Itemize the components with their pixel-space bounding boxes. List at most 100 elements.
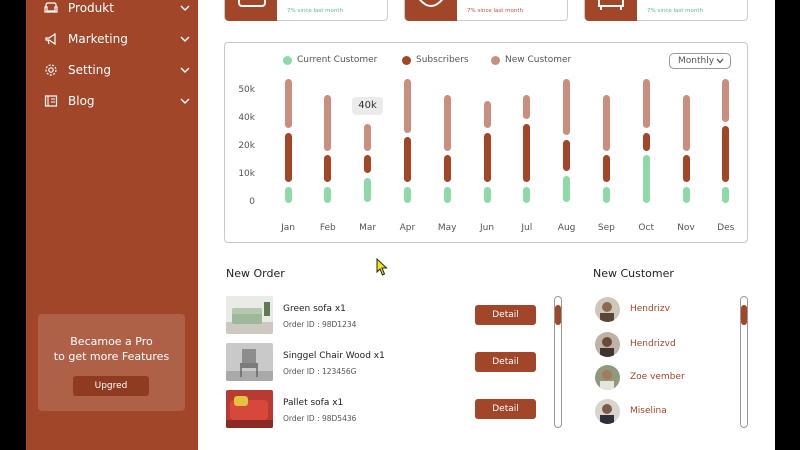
bar-new-customer[interactable] bbox=[722, 79, 730, 122]
bar-subscribers[interactable] bbox=[682, 155, 690, 183]
bar-subscribers[interactable] bbox=[443, 155, 451, 183]
stat-icon-badge bbox=[225, 0, 277, 21]
bar-new-customer[interactable] bbox=[403, 79, 411, 133]
bar-current-customer[interactable] bbox=[602, 186, 610, 203]
order-name: Green sofa x1 bbox=[283, 304, 346, 314]
order-name: Pallet sofa x1 bbox=[283, 398, 344, 408]
avatar bbox=[595, 331, 620, 357]
x-tick-label: Jan bbox=[281, 223, 295, 233]
stat-card-2: 7% since last month bbox=[404, 0, 568, 21]
bar-current-customer[interactable] bbox=[324, 186, 332, 203]
bar-subscribers[interactable] bbox=[563, 139, 571, 172]
bar-current-customer[interactable] bbox=[642, 155, 650, 203]
customer-name: Hendrizvd bbox=[630, 339, 676, 349]
bar-subscribers[interactable] bbox=[483, 132, 491, 183]
sidebar-item-setting[interactable]: Setting bbox=[44, 58, 190, 82]
bar-current-customer[interactable] bbox=[403, 186, 411, 203]
pallet-sofa-image bbox=[226, 390, 273, 428]
x-tick-label: Apr bbox=[399, 223, 416, 233]
promo-subtitle: to get more Features bbox=[53, 350, 170, 363]
sidebar: Produkt Marketing Setting Blog Becamoe a… bbox=[26, 0, 198, 450]
bar-subscribers[interactable] bbox=[602, 155, 610, 183]
bar-subscribers[interactable] bbox=[324, 155, 332, 183]
new-customer-title: New Customer bbox=[593, 267, 674, 280]
customer-name: Zoe vember bbox=[630, 372, 685, 382]
order-id: Order ID : 98D1234 bbox=[283, 320, 357, 329]
order-id: Order ID : 123456G bbox=[283, 367, 357, 376]
sidebar-item-label: Blog bbox=[68, 94, 95, 108]
y-tick-label: 40k bbox=[238, 113, 255, 123]
bar-current-customer[interactable] bbox=[563, 175, 571, 203]
avatar bbox=[595, 364, 620, 390]
sidebar-item-label: Marketing bbox=[68, 32, 128, 46]
bar-new-customer[interactable] bbox=[284, 79, 292, 129]
order-id: Order ID : 98D5436 bbox=[283, 414, 357, 423]
sidebar-item-produkt[interactable]: Produkt bbox=[44, 0, 190, 20]
stat-trend: 7% since last month bbox=[287, 8, 344, 14]
detail-button[interactable]: Detail bbox=[475, 399, 536, 419]
app-frame: Produkt Marketing Setting Blog Becamoe a… bbox=[0, 0, 800, 450]
x-tick-label: Des bbox=[717, 223, 735, 233]
sidebar-item-blog[interactable]: Blog bbox=[44, 89, 190, 113]
bar-subscribers[interactable] bbox=[364, 155, 372, 174]
promo-title: Becamoe a Pro bbox=[70, 335, 153, 348]
customer-name: Hendrizv bbox=[630, 304, 670, 314]
x-tick-label: Nov bbox=[677, 223, 695, 233]
stat-icon-badge bbox=[405, 0, 457, 21]
y-tick-label: 10k bbox=[238, 169, 255, 179]
scrollbar-thumb[interactable] bbox=[741, 305, 747, 325]
mouse-cursor-icon bbox=[376, 258, 388, 276]
chair-image bbox=[226, 343, 273, 381]
bar-subscribers[interactable] bbox=[523, 123, 531, 183]
bar-subscribers[interactable] bbox=[284, 132, 292, 183]
x-tick-label: May bbox=[437, 223, 457, 233]
bar-subscribers[interactable] bbox=[722, 126, 730, 183]
legend-label: New Customer bbox=[505, 55, 572, 65]
bar-current-customer[interactable] bbox=[364, 177, 372, 203]
customers-scrollbar[interactable] bbox=[740, 296, 748, 428]
detail-button[interactable]: Detail bbox=[475, 352, 536, 372]
sidebar-item-label: Setting bbox=[68, 63, 111, 77]
bar-subscribers[interactable] bbox=[403, 137, 411, 183]
bar-current-customer[interactable] bbox=[284, 186, 292, 203]
x-tick-label: Feb bbox=[319, 223, 336, 233]
customer-row: Hendrizvd bbox=[595, 331, 725, 357]
bar-current-customer[interactable] bbox=[722, 186, 730, 203]
detail-button[interactable]: Detail bbox=[475, 305, 536, 325]
bar-new-customer[interactable] bbox=[563, 79, 571, 136]
megaphone-icon bbox=[44, 32, 58, 46]
bar-subscribers[interactable] bbox=[642, 132, 650, 151]
legend-dot bbox=[283, 55, 292, 65]
period-dropdown[interactable]: Monthly bbox=[669, 53, 731, 69]
stat-card-1: 7% since last month bbox=[224, 0, 388, 21]
chevron-down-icon bbox=[180, 98, 190, 104]
chevron-down-icon bbox=[180, 67, 190, 73]
sidebar-item-label: Produkt bbox=[68, 1, 114, 15]
sidebar-item-marketing[interactable]: Marketing bbox=[44, 27, 190, 51]
bar-new-customer[interactable] bbox=[682, 94, 690, 151]
upgrade-button[interactable]: Upgred bbox=[73, 376, 149, 396]
sofa-icon bbox=[44, 1, 58, 15]
x-tick-label: Sep bbox=[597, 223, 615, 233]
bar-new-customer[interactable] bbox=[483, 101, 491, 129]
x-tick-label: Mar bbox=[359, 223, 377, 233]
bar-new-customer[interactable] bbox=[523, 94, 531, 120]
blog-icon bbox=[44, 94, 58, 108]
y-tick-label: 20k bbox=[238, 141, 255, 151]
bar-new-customer[interactable] bbox=[602, 94, 610, 151]
bar-current-customer[interactable] bbox=[682, 186, 690, 203]
bar-current-customer[interactable] bbox=[443, 186, 451, 203]
bar-new-customer[interactable] bbox=[443, 94, 451, 151]
legend-current-customer: Current Customer bbox=[283, 55, 377, 65]
bar-current-customer[interactable] bbox=[483, 186, 491, 203]
orders-scrollbar[interactable] bbox=[554, 296, 562, 428]
bar-new-customer[interactable] bbox=[364, 123, 372, 151]
bar-current-customer[interactable] bbox=[523, 186, 531, 203]
gear-icon bbox=[44, 63, 58, 77]
stat-card-3: 7% since last month bbox=[584, 0, 748, 21]
scrollbar-thumb[interactable] bbox=[555, 305, 561, 325]
bar-new-customer[interactable] bbox=[324, 94, 332, 151]
order-name: Singgel Chair Wood x1 bbox=[283, 351, 385, 361]
bar-new-customer[interactable] bbox=[642, 79, 650, 129]
chevron-down-icon bbox=[180, 36, 190, 42]
